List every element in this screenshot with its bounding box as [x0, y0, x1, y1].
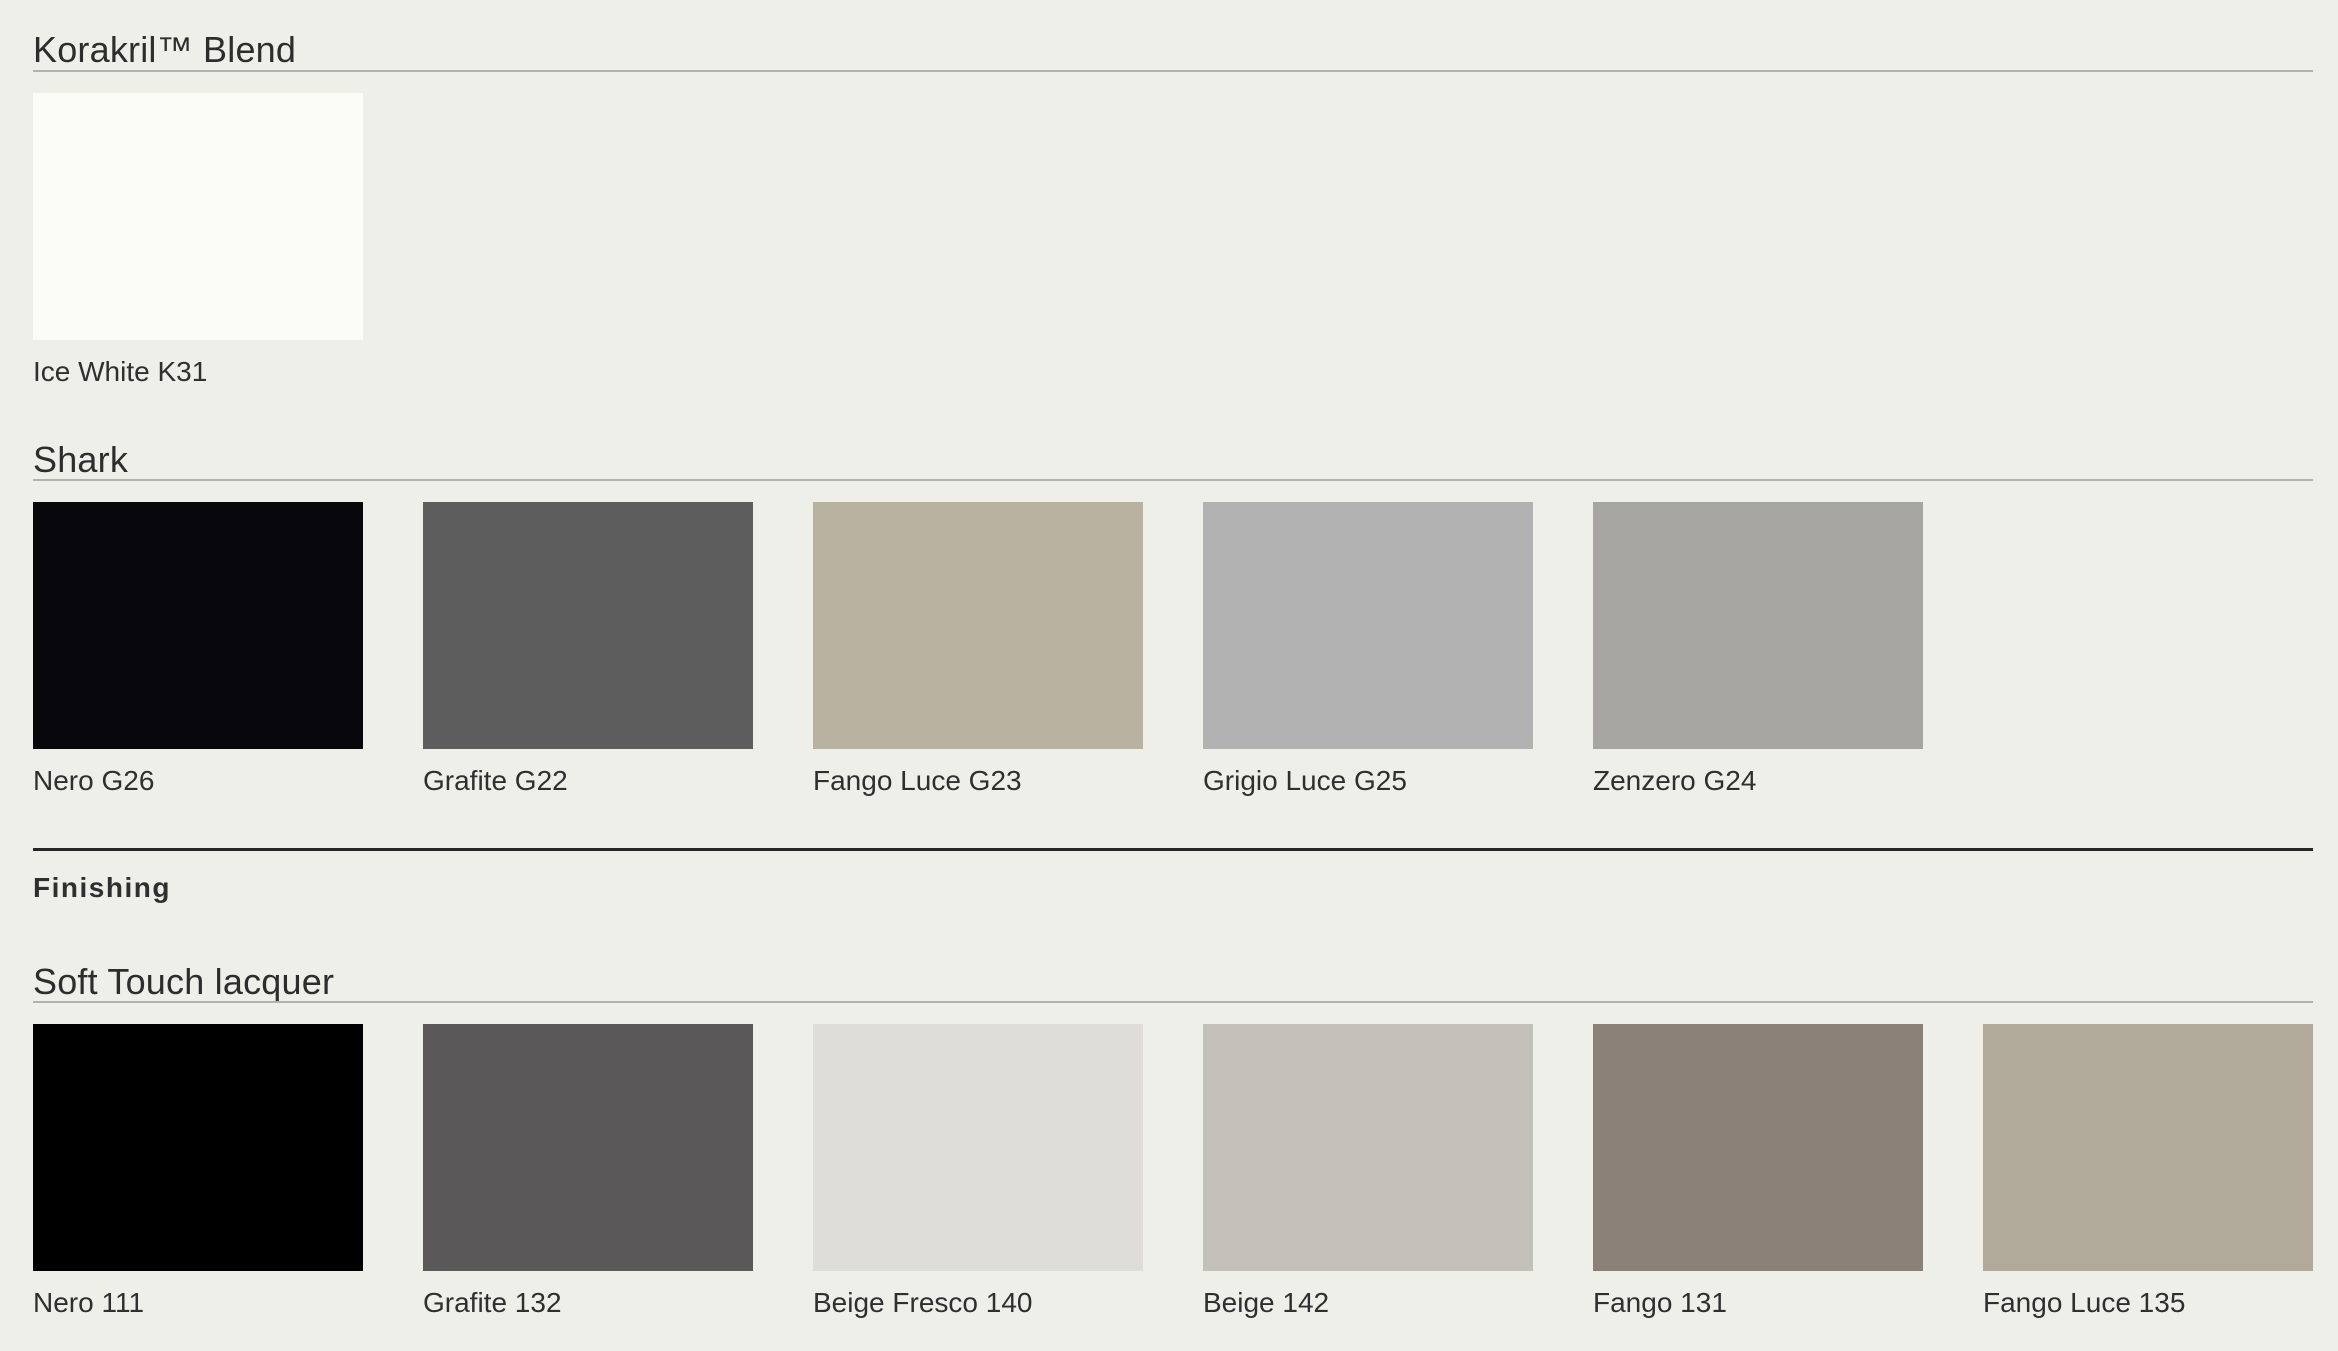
color-swatch — [1593, 502, 1923, 749]
color-swatch — [33, 502, 363, 749]
swatch-label: Fango 131 — [1593, 1287, 1727, 1318]
section-title-shark: Shark — [33, 439, 129, 480]
swatch-label: Beige Fresco 140 — [813, 1287, 1033, 1318]
swatch-label: Nero G26 — [33, 765, 155, 796]
color-swatch — [813, 502, 1143, 749]
swatch-card-nero-g26[interactable]: Nero G26 — [33, 502, 363, 798]
swatch-label: Nero 111 — [33, 1287, 145, 1318]
swatch-label: Grafite G22 — [423, 765, 568, 796]
swatch-card-ice-white-k31[interactable]: Ice White K31 — [33, 93, 363, 389]
swatch-label: Fango Luce G23 — [813, 765, 1022, 796]
swatch-card-beige-142[interactable]: Beige 142 — [1203, 1024, 1533, 1320]
swatch-card-grafite-132[interactable]: Grafite 132 — [423, 1024, 753, 1320]
color-swatch — [1593, 1024, 1923, 1271]
swatch-card-beige-fresco-140[interactable]: Beige Fresco 140 — [813, 1024, 1143, 1320]
swatch-card-fango-luce-135[interactable]: Fango Luce 135 — [1983, 1024, 2313, 1320]
color-swatch — [1983, 1024, 2313, 1271]
swatch-card-fango-131[interactable]: Fango 131 — [1593, 1024, 1923, 1320]
color-swatch — [423, 502, 753, 749]
swatch-card-nero-111[interactable]: Nero 111 — [33, 1024, 363, 1320]
section-divider-soft-touch — [33, 1001, 2313, 1003]
swatch-label: Fango Luce 135 — [1983, 1287, 2186, 1318]
swatch-card-zenzero-g24[interactable]: Zenzero G24 — [1593, 502, 1923, 798]
swatch-card-grigio-luce-g25[interactable]: Grigio Luce G25 — [1203, 502, 1533, 798]
finishing-label: Finishing — [33, 872, 171, 903]
section-divider-shark — [33, 479, 2313, 481]
swatch-card-grafite-g22[interactable]: Grafite G22 — [423, 502, 753, 798]
section-divider-korakril — [33, 70, 2313, 72]
finishing-divider — [33, 848, 2313, 851]
section-title-soft-touch: Soft Touch lacquer — [33, 961, 335, 1002]
color-swatch — [1203, 502, 1533, 749]
swatch-label: Grafite 132 — [423, 1287, 562, 1318]
color-swatch — [1203, 1024, 1533, 1271]
section-title-korakril: Korakril™ Blend — [33, 29, 297, 70]
color-swatch — [423, 1024, 753, 1271]
swatch-label: Grigio Luce G25 — [1203, 765, 1407, 796]
swatch-card-fango-luce-g23[interactable]: Fango Luce G23 — [813, 502, 1143, 798]
swatch-label: Zenzero G24 — [1593, 765, 1757, 796]
swatch-label: Beige 142 — [1203, 1287, 1330, 1318]
color-swatch — [33, 1024, 363, 1271]
swatch-label: Ice White K31 — [33, 356, 208, 387]
color-swatch — [813, 1024, 1143, 1271]
color-swatch — [33, 93, 363, 340]
